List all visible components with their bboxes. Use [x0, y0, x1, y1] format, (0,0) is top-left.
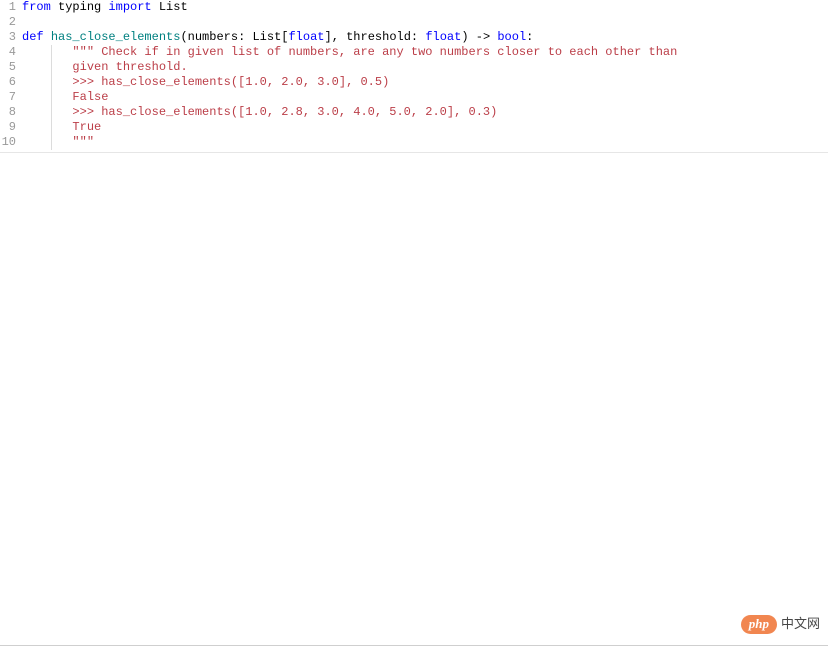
code-line[interactable]: 2 — [0, 15, 828, 30]
line-content[interactable]: """ Check if in given list of numbers, a… — [22, 45, 828, 60]
indent-inner — [51, 105, 73, 119]
code-token: float — [288, 30, 324, 44]
line-number: 10 — [0, 135, 22, 150]
code-token: : — [238, 30, 252, 44]
indent-inner — [51, 75, 73, 89]
line-content[interactable]: >>> has_close_elements([1.0, 2.8, 3.0, 4… — [22, 105, 828, 120]
code-token: threshold — [346, 30, 411, 44]
code-token: -> — [469, 30, 498, 44]
code-token: False — [72, 90, 108, 104]
line-content[interactable]: False — [22, 90, 828, 105]
line-content[interactable]: """ — [22, 135, 828, 150]
watermark-brand: 中文网 — [781, 616, 820, 632]
indent-inner — [51, 45, 73, 59]
code-token: typing — [51, 0, 109, 14]
code-token: >>> has_close_elements([1.0, 2.8, 3.0, 4… — [72, 105, 497, 119]
line-number: 8 — [0, 105, 22, 120]
indent — [22, 90, 51, 104]
line-inner: """ Check if in given list of numbers, a… — [51, 45, 678, 60]
line-number: 5 — [0, 60, 22, 75]
line-content[interactable] — [22, 15, 828, 30]
line-inner: >>> has_close_elements([1.0, 2.0, 3.0], … — [51, 75, 389, 90]
line-inner: def has_close_elements(numbers: List[flo… — [22, 30, 533, 45]
code-token: """ — [72, 135, 94, 149]
code-line[interactable]: 7 False — [0, 90, 828, 105]
code-token: >>> has_close_elements([1.0, 2.0, 3.0], … — [72, 75, 389, 89]
indent-inner — [51, 60, 73, 74]
code-token: True — [72, 120, 101, 134]
code-token: List — [152, 0, 188, 14]
indent — [22, 120, 51, 134]
code-line[interactable]: 5 given threshold. — [0, 60, 828, 75]
line-number: 4 — [0, 45, 22, 60]
code-line[interactable]: 4 """ Check if in given list of numbers,… — [0, 45, 828, 60]
line-content[interactable]: >>> has_close_elements([1.0, 2.0, 3.0], … — [22, 75, 828, 90]
code-token: numbers — [188, 30, 238, 44]
line-content[interactable]: given threshold. — [22, 60, 828, 75]
watermark-logo: php — [741, 615, 777, 634]
indent-inner — [51, 120, 73, 134]
code-line[interactable]: 1from typing import List — [0, 0, 828, 15]
watermark: php 中文网 — [741, 615, 820, 634]
code-token: float — [425, 30, 461, 44]
line-inner: """ — [51, 135, 94, 150]
code-line[interactable]: 8 >>> has_close_elements([1.0, 2.8, 3.0,… — [0, 105, 828, 120]
line-number: 2 — [0, 15, 22, 30]
code-line[interactable]: 10 """ — [0, 135, 828, 150]
code-token: ) — [461, 30, 468, 44]
indent-inner — [51, 135, 73, 149]
bottom-divider — [0, 645, 828, 646]
code-token: def — [22, 30, 51, 44]
line-content[interactable]: from typing import List — [22, 0, 828, 15]
code-token: bool — [497, 30, 526, 44]
line-number: 7 — [0, 90, 22, 105]
line-number: 1 — [0, 0, 22, 15]
line-inner: True — [51, 120, 101, 135]
line-number: 9 — [0, 120, 22, 135]
code-token: import — [108, 0, 151, 14]
code-token: """ Check if in given list of numbers, a… — [72, 45, 677, 59]
line-number: 6 — [0, 75, 22, 90]
indent — [22, 45, 51, 59]
indent — [22, 75, 51, 89]
line-number: 3 — [0, 30, 22, 45]
code-line[interactable]: 3def has_close_elements(numbers: List[fl… — [0, 30, 828, 45]
code-line[interactable]: 9 True — [0, 120, 828, 135]
line-inner: >>> has_close_elements([1.0, 2.8, 3.0, 4… — [51, 105, 497, 120]
line-content[interactable]: True — [22, 120, 828, 135]
line-inner: from typing import List — [22, 0, 188, 15]
code-token: : — [411, 30, 425, 44]
code-token: : — [526, 30, 533, 44]
code-line[interactable]: 6 >>> has_close_elements([1.0, 2.0, 3.0]… — [0, 75, 828, 90]
code-token: ( — [180, 30, 187, 44]
code-token: ], — [325, 30, 347, 44]
code-token: from — [22, 0, 51, 14]
code-token: List — [252, 30, 281, 44]
line-inner: False — [51, 90, 109, 105]
indent — [22, 135, 51, 149]
line-content[interactable]: def has_close_elements(numbers: List[flo… — [22, 30, 828, 45]
indent — [22, 60, 51, 74]
line-inner: given threshold. — [51, 60, 188, 75]
code-token: given threshold. — [72, 60, 187, 74]
indent-inner — [51, 90, 73, 104]
code-token: has_close_elements — [51, 30, 181, 44]
indent — [22, 105, 51, 119]
code-editor[interactable]: 1from typing import List23def has_close_… — [0, 0, 828, 153]
